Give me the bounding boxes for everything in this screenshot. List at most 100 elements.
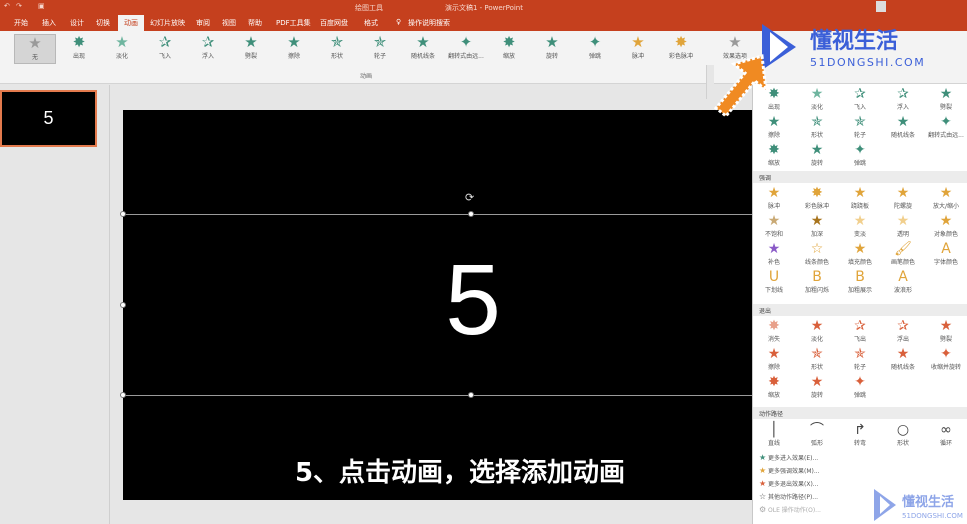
emphasis-item[interactable]: A 字体颜色: [925, 241, 967, 266]
emphasis-item[interactable]: ★ 透明: [882, 213, 924, 238]
tab-baidu-netdisk[interactable]: 百度网盘: [320, 18, 348, 28]
exit-item[interactable]: ✦ 收缩并旋转: [925, 346, 967, 371]
star-icon: ✰: [854, 86, 866, 102]
entrance-item[interactable]: ✦ 翻转式由远...: [925, 114, 967, 139]
entrance-item[interactable]: ✯ 轮子: [839, 114, 881, 139]
tab-slideshow[interactable]: 幻灯片放映: [150, 18, 185, 28]
tab-design[interactable]: 设计: [70, 18, 84, 28]
gallery-item[interactable]: ✸ 缩放: [488, 34, 530, 64]
emphasis-item[interactable]: 🖌 画笔颜色: [882, 241, 924, 266]
star-icon: ★: [810, 318, 824, 334]
exit-item[interactable]: ✰ 浮出: [882, 318, 924, 343]
entrance-item[interactable]: ✯ 形状: [796, 114, 838, 139]
tab-animations[interactable]: 动画: [118, 15, 144, 31]
gallery-item[interactable]: ✯ 形状: [316, 34, 358, 64]
entrance-item[interactable]: ✰ 浮入: [882, 86, 924, 111]
gallery-item[interactable]: ✯ 轮子: [359, 34, 401, 64]
gallery-item[interactable]: ★ 擦除: [273, 34, 315, 64]
resize-handle[interactable]: [468, 392, 474, 398]
emphasis-item[interactable]: ★ 填充颜色: [839, 241, 881, 266]
emphasis-item[interactable]: B 加粗展示: [839, 269, 881, 294]
emphasis-item[interactable]: ★ 不饱和: [753, 213, 795, 238]
emphasis-item[interactable]: ★ 变淡: [839, 213, 881, 238]
emphasis-item[interactable]: ★ 补色: [753, 241, 795, 266]
gallery-item-none[interactable]: ★ 无: [14, 34, 56, 64]
redo-icon[interactable]: ↷: [16, 2, 22, 10]
more-motion-paths[interactable]: ☆ 其他动作路径(P)...: [759, 492, 818, 501]
motion-path-item[interactable]: ○ 形状: [882, 422, 924, 447]
tab-view[interactable]: 视图: [222, 18, 236, 28]
rotate-handle-icon[interactable]: ⟳: [465, 191, 474, 204]
more-exit-effects[interactable]: ★ 更多退出效果(X)...: [759, 479, 819, 488]
gallery-item[interactable]: ✰ 浮入: [187, 34, 229, 64]
gallery-item[interactable]: ★ 淡化: [101, 34, 143, 64]
emphasis-item[interactable]: ★ 对象颜色: [925, 213, 967, 238]
exit-item[interactable]: ✯ 形状: [796, 346, 838, 371]
tab-transitions[interactable]: 切换: [96, 18, 110, 28]
emphasis-item[interactable]: ☆ 线条颜色: [796, 241, 838, 266]
star-icon: ✦: [940, 346, 952, 362]
entrance-item[interactable]: ★ 淡化: [796, 86, 838, 111]
motion-path-item[interactable]: ∞ 循环: [925, 422, 967, 447]
slide-canvas[interactable]: ⟳ 5: [120, 110, 753, 500]
exit-item[interactable]: ✦ 弹跳: [839, 374, 881, 399]
gallery-item[interactable]: ★ 脉冲: [617, 34, 659, 64]
motion-path-item[interactable]: ⌒ 弧形: [796, 422, 838, 447]
motion-path-item[interactable]: │ 直线: [753, 422, 795, 447]
emphasis-item[interactable]: ✸ 彩色脉冲: [796, 185, 838, 210]
emphasis-item[interactable]: B 加粗闪烁: [796, 269, 838, 294]
star-icon: ★: [896, 114, 910, 130]
gallery-item[interactable]: ✰ 飞入: [144, 34, 186, 64]
exit-item[interactable]: ✸ 消失: [753, 318, 795, 343]
resize-handle[interactable]: [120, 211, 126, 217]
emphasis-item[interactable]: A 波浪形: [882, 269, 924, 294]
resize-handle[interactable]: [468, 211, 474, 217]
tab-pdf-tools[interactable]: PDF工具集: [276, 18, 311, 28]
entrance-item[interactable]: ✰ 飞入: [839, 86, 881, 111]
emphasis-item[interactable]: ★ 陀螺旋: [882, 185, 924, 210]
slide-thumbnail[interactable]: 5: [0, 90, 97, 147]
gallery-item[interactable]: ★ 随机线条: [402, 34, 444, 64]
gallery-item[interactable]: ✸ 彩色脉冲: [660, 34, 702, 64]
motion-path-item[interactable]: ↱ 转弯: [839, 422, 881, 447]
exit-item[interactable]: ★ 随机线条: [882, 346, 924, 371]
exit-item[interactable]: ★ 劈裂: [925, 318, 967, 343]
gallery-item[interactable]: ✦ 弹跳: [574, 34, 616, 64]
undo-icon[interactable]: ↶: [4, 2, 10, 10]
slideshow-icon[interactable]: ▣: [38, 2, 45, 10]
emphasis-item[interactable]: ★ 脉冲: [753, 185, 795, 210]
tab-help[interactable]: 帮助: [248, 18, 262, 28]
entrance-item[interactable]: ✦ 弹跳: [839, 142, 881, 167]
tab-home[interactable]: 开始: [14, 18, 28, 28]
exit-item[interactable]: ✯ 轮子: [839, 346, 881, 371]
more-entrance-effects[interactable]: ★ 更多进入效果(E)...: [759, 453, 818, 462]
exit-item[interactable]: ✸ 缩放: [753, 374, 795, 399]
watermark-logo: 懂视生活 51DONGSHI.COM: [762, 24, 924, 70]
gallery-item[interactable]: ✸ 出现: [58, 34, 100, 64]
emphasis-item[interactable]: ★ 加深: [796, 213, 838, 238]
entrance-item[interactable]: ✸ 缩放: [753, 142, 795, 167]
emphasis-item[interactable]: ★ 跷跷板: [839, 185, 881, 210]
more-emphasis-effects[interactable]: ★ 更多强调效果(M)...: [759, 466, 820, 475]
gallery-item[interactable]: ✦ 翻转式由远...: [445, 34, 487, 64]
search-tell-me[interactable]: 操作说明搜索: [408, 18, 450, 28]
entrance-item[interactable]: ★ 劈裂: [925, 86, 967, 111]
gallery-item[interactable]: ★ 旋转: [531, 34, 573, 64]
gallery-item[interactable]: ★ 劈裂: [230, 34, 272, 64]
entrance-item[interactable]: ★ 旋转: [796, 142, 838, 167]
avatar[interactable]: [876, 1, 886, 12]
exit-item[interactable]: ★ 擦除: [753, 346, 795, 371]
entrance-item[interactable]: ★ 随机线条: [882, 114, 924, 139]
tutorial-caption: 5、点击动画，选择添加动画: [294, 458, 626, 488]
exit-item[interactable]: ✰ 飞出: [839, 318, 881, 343]
tab-format[interactable]: 格式: [364, 18, 378, 28]
emphasis-item[interactable]: ★ 放大/缩小: [925, 185, 967, 210]
star-icon: ★: [545, 33, 559, 51]
exit-item[interactable]: ★ 旋转: [796, 374, 838, 399]
tab-review[interactable]: 审阅: [196, 18, 210, 28]
resize-handle[interactable]: [120, 392, 126, 398]
emphasis-item[interactable]: U 下划线: [753, 269, 795, 294]
tab-insert[interactable]: 插入: [42, 18, 56, 28]
exit-item[interactable]: ★ 淡化: [796, 318, 838, 343]
slide-number-text[interactable]: 5: [123, 245, 823, 355]
